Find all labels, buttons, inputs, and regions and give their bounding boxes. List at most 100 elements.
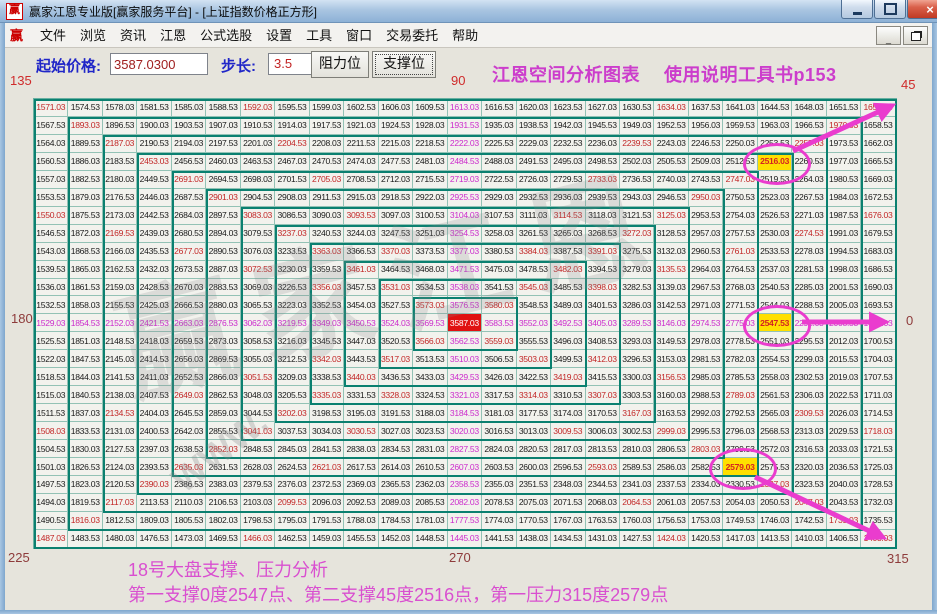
grid-cell: 3041.03 [241, 422, 275, 440]
minimize-button[interactable] [841, 0, 873, 19]
grid-cell: 3013.03 [517, 422, 551, 440]
grid-cell: 3247.53 [379, 225, 413, 243]
grid-cell: 3380.53 [482, 243, 516, 261]
grid-cell: 3223.03 [275, 296, 309, 314]
maximize-icon [884, 3, 897, 15]
grid-cell: 2981.53 [689, 350, 723, 368]
grid-cell: 1714.53 [861, 404, 895, 422]
grid-cell: 1613.03 [448, 99, 482, 117]
grid-cell: 2764.53 [723, 261, 757, 279]
start-price-input[interactable] [110, 53, 208, 75]
menu-item-7[interactable]: 窗口 [339, 25, 379, 46]
grid-cell: 2386.53 [172, 476, 206, 494]
menu-item-4[interactable]: 公式选股 [193, 25, 259, 46]
grid-cell: 2232.53 [551, 135, 585, 153]
angle-label-315: 315 [887, 551, 909, 566]
maximize-button[interactable] [874, 0, 906, 19]
title-bar: 赢 赢家江恩专业版[赢家服务平台] - [上证指数价格正方形] × [0, 0, 937, 23]
grid-cell: 2820.53 [517, 440, 551, 458]
grid-cell: 2169.53 [103, 225, 137, 243]
mdi-minimize-button[interactable]: _ [876, 26, 901, 45]
close-button[interactable]: × [907, 0, 937, 19]
grid-cell: 2337.53 [654, 476, 688, 494]
grid-cell: 1774.03 [482, 512, 516, 530]
grid-cell: 2631.53 [206, 458, 240, 476]
grid-cell: 2666.53 [172, 296, 206, 314]
grid-cell: 3184.53 [448, 404, 482, 422]
grid-cell: 3153.03 [654, 350, 688, 368]
grid-cell: 3422.53 [517, 368, 551, 386]
grid-cell: 3111.03 [517, 207, 551, 225]
menu-item-0[interactable]: 文件 [33, 25, 73, 46]
grid-cell: 3163.53 [654, 404, 688, 422]
menu-item-1[interactable]: 浏览 [73, 25, 113, 46]
grid-cell: 2054.03 [723, 494, 757, 512]
menu-item-8[interactable]: 交易委托 [379, 25, 445, 46]
grid-cell: 2768.03 [723, 279, 757, 297]
grid-cell: 1490.53 [34, 512, 68, 530]
grid-cell: 3450.53 [344, 314, 378, 332]
menu-item-3[interactable]: 江恩 [153, 25, 193, 46]
grid-cell: 2792.53 [723, 404, 757, 422]
grid-cell: 1840.53 [68, 386, 102, 404]
support-button[interactable]: 支撑位 [372, 51, 436, 78]
menu-item-2[interactable]: 资讯 [113, 25, 153, 46]
grid-cell: 2404.03 [137, 404, 171, 422]
grid-cell: 3069.03 [241, 279, 275, 297]
grid-cell: 2474.03 [344, 153, 378, 171]
menu-item-5[interactable]: 设置 [259, 25, 299, 46]
grid-cell: 2376.03 [275, 476, 309, 494]
grid-cell: 2831.03 [413, 440, 447, 458]
grid-cell: 2754.03 [723, 207, 757, 225]
grid-cell: 3503.03 [517, 350, 551, 368]
grid-cell: 3188.03 [413, 404, 447, 422]
grid-cell: 2932.53 [517, 189, 551, 207]
grid-cell: 2775.03 [723, 314, 757, 332]
grid-cell: 3174.03 [551, 404, 585, 422]
grid-cell: 3079.53 [241, 225, 275, 243]
grid-cell: 1966.53 [792, 117, 826, 135]
grid-cell: 1606.03 [379, 99, 413, 117]
grid-cell: 3576.53 [448, 296, 482, 314]
grid-cell: 3583.53 [482, 314, 516, 332]
grid-cell: 1494.03 [34, 494, 68, 512]
grid-cell: 2400.53 [137, 422, 171, 440]
grid-cell: 2873.03 [206, 332, 240, 350]
grid-cell: 1550.03 [34, 207, 68, 225]
grid-cell: 1781.03 [413, 512, 447, 530]
grid-cell: 3104.03 [448, 207, 482, 225]
grid-cell: 2379.53 [241, 476, 275, 494]
grid-cell: 3520.53 [379, 332, 413, 350]
grid-cell: 1532.53 [34, 296, 68, 314]
resistance-button[interactable]: 阻力位 [311, 51, 369, 78]
grid-cell: 2708.53 [344, 171, 378, 189]
grid-cell: 2852.03 [206, 440, 240, 458]
grid-cell: 1480.03 [103, 530, 137, 548]
grid-cell: 1497.53 [34, 476, 68, 494]
grid-cell: 3240.53 [310, 225, 344, 243]
grid-cell: 2628.03 [241, 458, 275, 476]
grid-cell: 2551.03 [758, 332, 792, 350]
grid-cell: 3023.53 [413, 422, 447, 440]
grid-cell: 3205.53 [275, 386, 309, 404]
grid-cell: 3562.53 [448, 332, 482, 350]
grid-cell: 1746.03 [758, 512, 792, 530]
grid-cell: 2316.53 [792, 440, 826, 458]
mdi-restore-button[interactable] [903, 26, 928, 45]
grid-cell: 2554.53 [758, 350, 792, 368]
grid-cell: 3377.03 [448, 243, 482, 261]
grid-cell: 2530.03 [758, 225, 792, 243]
grid-cell: 3261.53 [517, 225, 551, 243]
grid-cell: 1431.03 [586, 530, 620, 548]
menu-item-9[interactable]: 帮助 [445, 25, 485, 46]
grid-cell: 3139.03 [654, 279, 688, 297]
grid-cell: 2372.53 [310, 476, 344, 494]
menu-item-6[interactable]: 工具 [299, 25, 339, 46]
grid-cell: 2817.03 [551, 440, 585, 458]
grid-cell: 2509.03 [689, 153, 723, 171]
grid-cell: 3219.53 [275, 314, 309, 332]
grid-cell: 1683.03 [861, 243, 895, 261]
grid-cell: 1539.53 [34, 261, 68, 279]
grid-cell: 3037.53 [275, 422, 309, 440]
grid-cell: 1784.53 [379, 512, 413, 530]
